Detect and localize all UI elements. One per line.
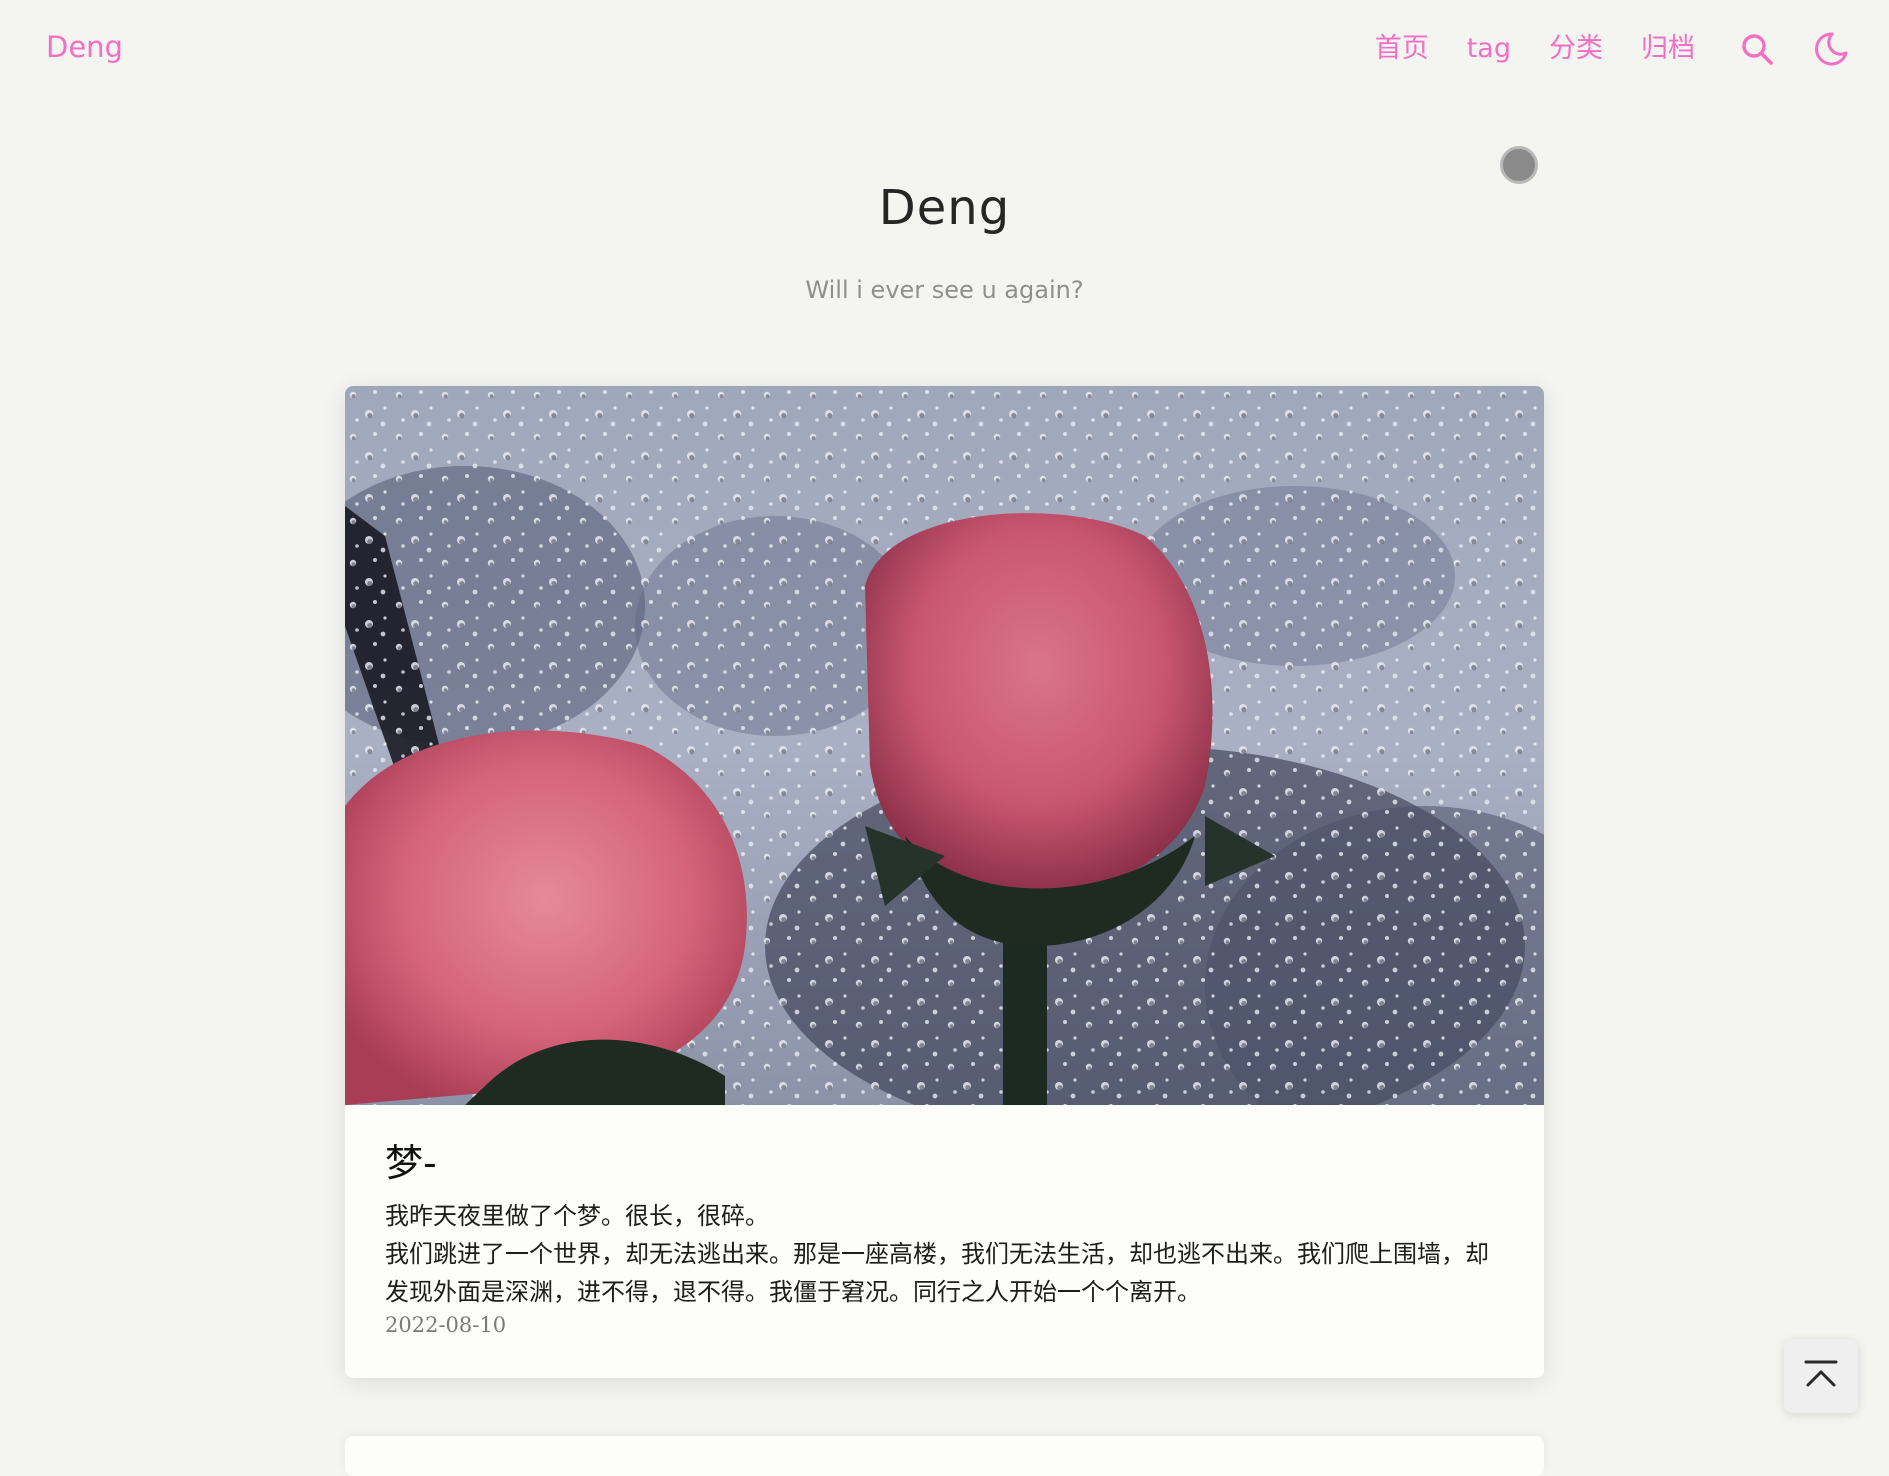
brand-link[interactable]: Deng: [46, 30, 123, 64]
nav-link-tag[interactable]: tag: [1467, 24, 1511, 74]
post-date: 2022-08-10: [385, 1313, 507, 1337]
search-icon[interactable]: [1739, 31, 1775, 67]
back-to-top-button[interactable]: [1784, 1339, 1858, 1413]
nav-link-categories[interactable]: 分类: [1549, 24, 1603, 74]
top-navigation: Deng 首页 tag 分类 归档: [0, 0, 1889, 100]
site-title: Deng: [878, 180, 1011, 236]
post-excerpt-line-2: 我们跳进了一个世界，却无法逃出来。那是一座高楼，我们无法生活，却也逃不出来。我们…: [385, 1240, 1489, 1306]
post-excerpt: 我昨天夜里做了个梦。很长，很碎。 我们跳进了一个世界，却无法逃出来。那是一座高楼…: [385, 1197, 1504, 1311]
arrow-up-to-top-icon: [1804, 1359, 1838, 1393]
post-title[interactable]: 梦-: [385, 1139, 1504, 1187]
nav-link-archives[interactable]: 归档: [1641, 24, 1695, 74]
site-subtitle: Will i ever see u again?: [805, 276, 1084, 304]
nav-menu: 首页 tag 分类 归档: [1375, 24, 1849, 74]
nav-link-home[interactable]: 首页: [1375, 24, 1429, 74]
next-post-card[interactable]: [345, 1436, 1544, 1476]
post-excerpt-line-1: 我昨天夜里做了个梦。很长，很碎。: [385, 1202, 769, 1230]
post-cover-image[interactable]: [345, 386, 1544, 1105]
music-disc-icon[interactable]: [1500, 146, 1538, 184]
moon-icon[interactable]: [1813, 31, 1849, 67]
post-card[interactable]: 梦- 我昨天夜里做了个梦。很长，很碎。 我们跳进了一个世界，却无法逃出来。那是一…: [345, 386, 1544, 1378]
post-card-body: 梦- 我昨天夜里做了个梦。很长，很碎。 我们跳进了一个世界，却无法逃出来。那是一…: [345, 1105, 1544, 1337]
